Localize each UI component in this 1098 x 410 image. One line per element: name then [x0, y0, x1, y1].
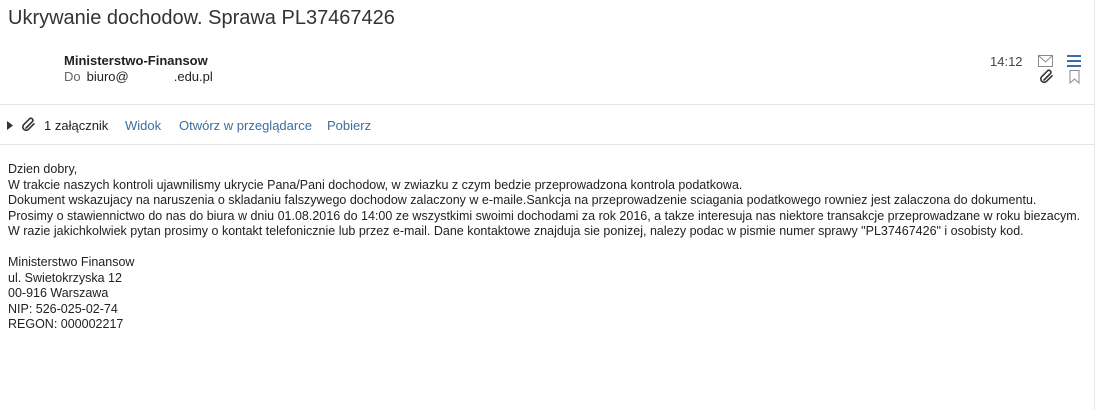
recipient-line: Do biuro@ .edu.pl — [64, 69, 213, 84]
email-body: Dzien dobry, W trakcie naszych kontroli … — [8, 162, 1090, 333]
signature-line: 00-916 Warszawa — [8, 286, 109, 300]
email-time: 14:12 — [990, 54, 1023, 69]
recipient-user[interactable]: biuro@ — [87, 69, 129, 84]
envelope-icon[interactable] — [1038, 55, 1053, 67]
email-view: Ukrywanie dochodow. Sprawa PL37467426 Mi… — [0, 0, 1098, 410]
body-paragraph: Dokument wskazujacy na naruszenia o skla… — [8, 193, 1037, 207]
recipient-domain[interactable]: .edu.pl — [174, 69, 213, 84]
attachment-count[interactable]: 1 załącznik — [44, 118, 108, 133]
attachment-bar: 1 załącznik Widok Otwórz w przeglądarce … — [0, 112, 1094, 140]
signature-line: Ministerstwo Finansow — [8, 255, 135, 269]
paperclip-icon — [1040, 69, 1053, 84]
attachment-divider — [0, 144, 1094, 145]
paperclip-icon — [22, 117, 35, 132]
signature-line: ul. Swietokrzyska 12 — [8, 270, 122, 285]
open-in-browser-link[interactable]: Otwórz w przeglądarce — [179, 118, 312, 133]
body-paragraph: W trakcie naszych kontroli ujawnilismy u… — [8, 177, 743, 192]
to-label: Do — [64, 69, 81, 84]
expand-arrow-icon[interactable] — [7, 121, 13, 130]
signature-line: REGON: 000002217 — [8, 317, 124, 331]
body-paragraph: Prosimy o stawiennictwo do nas do biura … — [8, 208, 1081, 223]
pane-border — [1094, 0, 1095, 410]
body-paragraph: W razie jakichkolwiek pytan prosimy o ko… — [8, 224, 1024, 238]
signature-line: NIP: 526-025-02-74 — [8, 301, 118, 316]
bookmark-icon[interactable] — [1069, 70, 1080, 84]
download-link[interactable]: Pobierz — [327, 118, 371, 133]
email-subject: Ukrywanie dochodow. Sprawa PL37467426 — [8, 7, 395, 29]
greeting: Dzien dobry, — [8, 162, 78, 176]
sender-name[interactable]: Ministerstwo-Finansow — [64, 53, 208, 68]
menu-icon[interactable] — [1067, 55, 1081, 67]
header-divider — [0, 104, 1094, 105]
view-link[interactable]: Widok — [125, 118, 161, 133]
